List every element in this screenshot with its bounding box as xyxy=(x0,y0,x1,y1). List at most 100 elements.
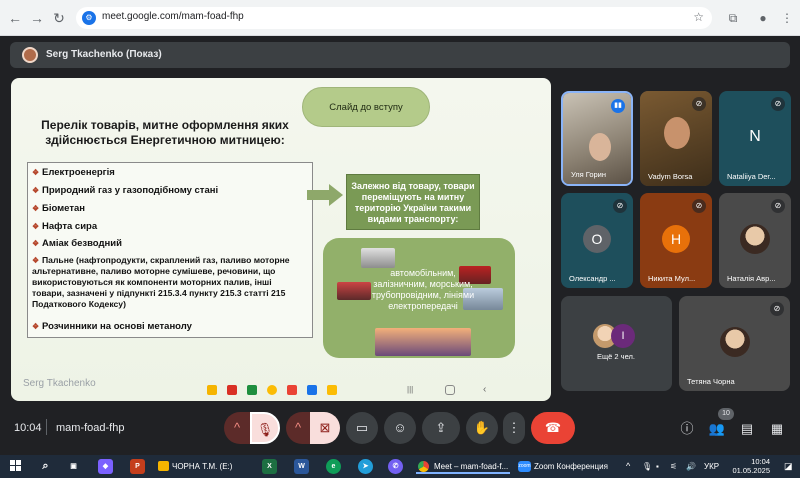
site-info-icon[interactable]: ⚙ xyxy=(82,11,96,25)
list-item: ❖ Природний газ у газоподібному стані xyxy=(32,185,219,196)
network-icon[interactable]: ⚟ xyxy=(670,459,677,474)
edge-icon[interactable]: e xyxy=(326,459,341,474)
powerpoint-icon[interactable]: P xyxy=(130,459,145,474)
present-screen-icon: ⇪ xyxy=(435,420,447,435)
end-call-icon: ☎ xyxy=(544,420,562,435)
notifications-icon[interactable]: ◪ xyxy=(784,459,793,474)
reactions-button[interactable]: ☺ xyxy=(384,412,416,444)
meeting-code[interactable]: mam-foad-fhp xyxy=(56,422,124,434)
folder-icon xyxy=(158,461,169,471)
participant-tile[interactable]: ⊘ Vadym Borsa xyxy=(640,91,712,186)
emoji-icon: ☺ xyxy=(393,420,407,435)
extensions-icon[interactable]: ⧉ xyxy=(724,9,742,27)
camera-tray-icon[interactable]: ▪ xyxy=(656,459,659,474)
arrow-right-icon xyxy=(307,184,343,206)
task-view-icon[interactable]: ▣ xyxy=(66,459,81,474)
mic-tray-icon[interactable]: 🎙 xyxy=(642,459,652,474)
clock-time: 10:04 xyxy=(751,457,770,466)
taskbar-app-label: Zoom Конференция xyxy=(534,462,608,471)
participant-name: Никита Мул... xyxy=(648,274,696,283)
video-options-button[interactable]: ^ xyxy=(286,412,310,444)
presenter-name: Serg Tkachenko (Показ) xyxy=(46,49,162,60)
list-item: ❖ Електроенергія xyxy=(32,167,115,178)
hand-icon: ✋ xyxy=(473,420,491,435)
taskbar-app-chrome[interactable]: Meet – mam-foad-f... xyxy=(416,459,510,474)
activities-icon[interactable]: ▦ xyxy=(768,420,786,438)
app-icon xyxy=(227,385,237,395)
more-vert-icon: ⋮ xyxy=(507,420,521,435)
participant-tile[interactable]: I Ещё 2 чел. xyxy=(561,296,672,391)
participant-initial: I xyxy=(611,324,635,348)
mic-off-icon: ⊘ xyxy=(692,97,706,111)
power-lines-image xyxy=(375,328,471,356)
participant-tile[interactable]: ⊘ Тетяна Чорна xyxy=(679,296,790,391)
info-box: Залежно від товару, товари переміщують н… xyxy=(346,174,480,230)
participant-name: Nataliiya Der... xyxy=(727,172,776,181)
url-text: meet.google.com/mam-foad-fhp xyxy=(102,11,244,22)
forward-icon[interactable]: → xyxy=(28,9,46,27)
participant-tile[interactable]: ▮▮ Уля Горин xyxy=(561,91,633,186)
presenter-avatar xyxy=(22,47,38,63)
people-icon[interactable]: 👥 xyxy=(708,420,726,438)
mic-toggle-button[interactable]: 🎙 xyxy=(250,412,280,444)
system-clock[interactable]: 10:04 01.05.2025 xyxy=(732,457,770,475)
mic-off-icon: ⊘ xyxy=(692,199,706,213)
tray-chevron-icon[interactable]: ^ xyxy=(626,459,630,474)
taskbar-app-label: ЧОРНА Т.М. (E:) xyxy=(172,462,233,471)
excel-icon[interactable]: X xyxy=(262,459,277,474)
home-icon xyxy=(445,385,455,395)
taskbar-app-folder[interactable]: ЧОРНА Т.М. (E:) xyxy=(158,459,232,474)
reload-icon[interactable]: ↻ xyxy=(50,9,68,27)
info-icon[interactable]: ⓘ xyxy=(678,420,696,438)
bullet-icon: ❖ xyxy=(32,322,40,331)
participant-name: Тетяна Чорна xyxy=(687,377,735,386)
audio-options-button[interactable]: ^ xyxy=(224,412,250,444)
raise-hand-button[interactable]: ✋ xyxy=(466,412,498,444)
list-item: ❖ Розчинники на основі метанолу xyxy=(32,321,192,332)
participant-tile[interactable]: ⊘ O Олександр ... xyxy=(561,193,633,288)
language-indicator[interactable]: УКР xyxy=(704,459,719,474)
participant-initial: H xyxy=(662,224,690,253)
bullet-icon: ❖ xyxy=(32,186,40,195)
bookmark-star-icon[interactable]: ☆ xyxy=(693,10,704,24)
participant-name: Уля Горин xyxy=(571,170,607,179)
mic-off-icon: ⊘ xyxy=(771,97,785,111)
speaking-icon: ▮▮ xyxy=(611,99,625,113)
chrome-icon xyxy=(267,385,277,395)
back-nav-icon: ‹ xyxy=(483,384,487,395)
participant-name: Олександр ... xyxy=(569,274,616,283)
captions-button[interactable]: ▭ xyxy=(346,412,378,444)
browser-toolbar: ← → ↻ ⚙ meet.google.com/mam-foad-fhp ☆ ⧉… xyxy=(0,0,800,36)
mic-off-icon: ⊘ xyxy=(770,302,784,316)
profile-icon[interactable]: ● xyxy=(754,9,772,27)
meeting-clock: 10:04 xyxy=(14,422,42,434)
participant-tile[interactable]: ⊘ H Никита Мул... xyxy=(640,193,712,288)
participant-tile[interactable]: ⊘ Наталія Авр... xyxy=(719,193,791,288)
list-item: ❖ Нафта сира xyxy=(32,221,98,232)
divider xyxy=(46,419,47,435)
telegram-icon[interactable]: ➤ xyxy=(358,459,373,474)
copilot-icon[interactable]: ◆ xyxy=(98,459,113,474)
back-icon[interactable]: ← xyxy=(6,9,24,27)
slide-pill: Слайд до вступу xyxy=(302,87,430,127)
bullet-icon: ❖ xyxy=(32,239,40,248)
participant-tile[interactable]: ⊘ N Nataliiya Der... xyxy=(719,91,791,186)
menu-icon[interactable]: ⋮ xyxy=(778,9,796,27)
participant-avatar xyxy=(740,223,770,254)
viber-icon[interactable]: ✆ xyxy=(388,459,403,474)
app-icon xyxy=(307,385,317,395)
word-icon[interactable]: W xyxy=(294,459,309,474)
more-options-button[interactable]: ⋮ xyxy=(503,412,525,444)
slide-watermark: Serg Tkachenko xyxy=(23,378,96,389)
present-button[interactable]: ⇪ xyxy=(422,412,460,444)
search-icon[interactable]: ⌕ xyxy=(38,459,53,474)
address-bar[interactable]: ⚙ meet.google.com/mam-foad-fhp ☆ xyxy=(76,7,712,29)
chat-icon[interactable]: ▤ xyxy=(738,420,756,438)
captions-icon: ▭ xyxy=(355,420,369,435)
leave-call-button[interactable]: ☎ xyxy=(531,412,575,444)
taskbar-app-zoom[interactable]: zoom Zoom Конференция xyxy=(516,459,616,474)
windows-start-icon[interactable] xyxy=(10,460,22,472)
camera-toggle-button[interactable]: ⊠ xyxy=(310,412,340,444)
app-icon xyxy=(287,385,297,395)
volume-icon[interactable]: 🔊 xyxy=(686,459,696,474)
